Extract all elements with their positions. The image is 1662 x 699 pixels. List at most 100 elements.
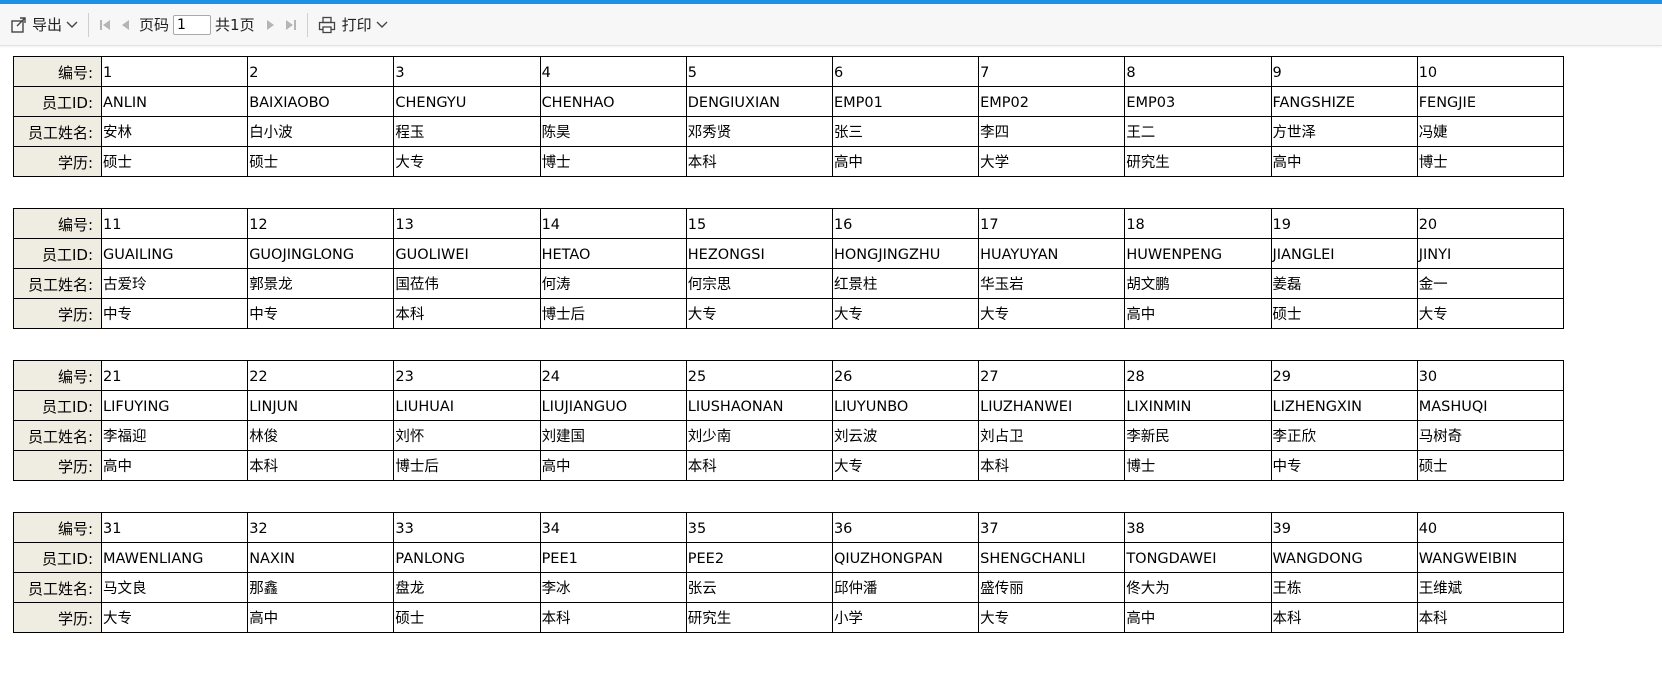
table-row: 编号: 11 12 13 14 15 16 17 18 19 20 [13, 208, 1564, 239]
education-cell: 大专 [393, 146, 541, 177]
employee-number-cell: 15 [685, 208, 833, 239]
employee-record-block: 编号: 1 2 3 4 5 6 7 8 9 10 员工ID: ANLIN BAIXIAOBO CHENGYU… [13, 56, 1564, 177]
employee-id-cell: PEE1 [539, 542, 687, 573]
education-cell: 大专 [685, 298, 833, 329]
employee-number-cell: 11 [100, 208, 249, 239]
employee-number-cell: 29 [1270, 360, 1418, 391]
employee-name-cell: 古爱玲 [100, 268, 249, 299]
employee-number-cell: 27 [978, 360, 1126, 391]
employee-name-cell: 国莅伟 [393, 268, 541, 299]
employee-number-label: 编号: [13, 208, 102, 239]
education-label: 学历: [13, 602, 102, 633]
employee-id-cell: SHENGCHANLI [978, 542, 1126, 573]
education-cell: 硕士 [247, 146, 395, 177]
table-row: 编号: 21 22 23 24 25 26 27 28 29 30 [13, 360, 1564, 391]
employee-number-cell: 19 [1270, 208, 1418, 239]
education-cell: 高中 [1124, 298, 1272, 329]
export-button[interactable]: 导出 [6, 9, 82, 41]
employee-number-cell: 4 [539, 56, 687, 87]
employee-name-cell: 郭景龙 [247, 268, 395, 299]
employee-name-cell: 王二 [1124, 116, 1272, 147]
table-row: 学历: 高中 本科 博士后 高中 本科 大专 本科 博士 中专 硕士 [13, 450, 1564, 481]
employee-id-cell: MASHUQI [1416, 390, 1564, 421]
page-number-input[interactable] [173, 14, 212, 35]
education-cell: 大专 [978, 298, 1126, 329]
prev-page-icon[interactable] [115, 19, 135, 31]
employee-number-cell: 32 [247, 512, 395, 543]
education-cell: 本科 [539, 602, 687, 633]
table-row: 编号: 1 2 3 4 5 6 7 8 9 10 [13, 56, 1564, 87]
education-cell: 中专 [1270, 450, 1418, 481]
employee-name-cell: 冯婕 [1416, 116, 1564, 147]
education-cell: 大专 [831, 298, 980, 329]
employee-number-cell: 35 [685, 512, 833, 543]
education-cell: 本科 [685, 450, 833, 481]
employee-record-block: 编号: 11 12 13 14 15 16 17 18 19 20 员工ID: GUAILING GUOJ… [13, 208, 1564, 329]
print-label: 打印 [341, 16, 372, 34]
employee-id-cell: ANLIN [100, 86, 249, 117]
employee-name-cell: 方世泽 [1270, 116, 1418, 147]
employee-id-cell: LINJUN [247, 390, 395, 421]
education-cell: 本科 [1416, 602, 1564, 633]
employee-number-cell: 8 [1124, 56, 1272, 87]
employee-number-cell: 3 [393, 56, 541, 87]
employee-number-cell: 39 [1270, 512, 1418, 543]
last-page-icon[interactable] [281, 19, 301, 31]
education-cell: 本科 [393, 298, 541, 329]
education-cell: 硕士 [1270, 298, 1418, 329]
employee-name-cell: 那鑫 [247, 572, 395, 603]
employee-number-cell: 18 [1124, 208, 1272, 239]
first-page-icon[interactable] [95, 19, 115, 31]
employee-name-label: 员工姓名: [13, 116, 102, 147]
employee-name-cell: 佟大为 [1124, 572, 1272, 603]
chevron-down-icon [376, 20, 388, 30]
education-cell: 博士后 [393, 450, 541, 481]
employee-name-cell: 李新民 [1124, 420, 1272, 451]
employee-id-cell: WANGDONG [1270, 542, 1418, 573]
education-cell: 博士 [1124, 450, 1272, 481]
education-cell: 本科 [1270, 602, 1418, 633]
employee-id-cell: FANGSHIZE [1270, 86, 1418, 117]
employee-id-cell: PEE2 [685, 542, 833, 573]
employee-number-cell: 1 [100, 56, 249, 87]
education-cell: 硕士 [100, 146, 249, 177]
employee-name-cell: 刘建国 [539, 420, 687, 451]
employee-name-label: 员工姓名: [13, 420, 102, 451]
table-row: 学历: 大专 高中 硕士 本科 研究生 小学 大专 高中 本科 本科 [13, 602, 1564, 633]
employee-number-cell: 23 [393, 360, 541, 391]
education-cell: 高中 [539, 450, 687, 481]
employee-number-label: 编号: [13, 56, 102, 87]
employee-number-cell: 30 [1416, 360, 1564, 391]
employee-number-cell: 40 [1416, 512, 1564, 543]
employee-name-cell: 李四 [978, 116, 1126, 147]
employee-name-cell: 红景柱 [831, 268, 980, 299]
education-cell: 高中 [1124, 602, 1272, 633]
employee-number-cell: 6 [831, 56, 980, 87]
education-label: 学历: [13, 146, 102, 177]
education-label: 学历: [13, 450, 102, 481]
table-row: 学历: 中专 中专 本科 博士后 大专 大专 大专 高中 硕士 大专 [13, 298, 1564, 329]
employee-id-cell: JIANGLEI [1270, 238, 1418, 269]
employee-name-cell: 李正欣 [1270, 420, 1418, 451]
employee-number-cell: 12 [247, 208, 395, 239]
education-cell: 研究生 [685, 602, 833, 633]
table-row: 员工ID: ANLIN BAIXIAOBO CHENGYU CHENHAO DENGIUX… [13, 86, 1564, 117]
employee-id-label: 员工ID: [13, 86, 102, 117]
employee-number-cell: 22 [247, 360, 395, 391]
print-button[interactable]: 打印 [314, 9, 392, 41]
page-label: 页码 [139, 16, 170, 34]
employee-id-cell: EMP02 [978, 86, 1126, 117]
employee-name-cell: 刘占卫 [978, 420, 1126, 451]
education-cell: 大专 [831, 450, 980, 481]
employee-name-cell: 盘龙 [393, 572, 541, 603]
employee-id-cell: BAIXIAOBO [247, 86, 395, 117]
total-pages-label: 共1页 [215, 16, 255, 34]
employee-id-cell: FENGJIE [1416, 86, 1564, 117]
education-cell: 大学 [978, 146, 1126, 177]
employee-number-cell: 31 [100, 512, 249, 543]
employee-name-cell: 邓秀贤 [685, 116, 833, 147]
employee-number-cell: 26 [831, 360, 980, 391]
employee-number-cell: 5 [685, 56, 833, 87]
next-page-icon[interactable] [261, 19, 281, 31]
employee-id-cell: HEZONGSI [685, 238, 833, 269]
